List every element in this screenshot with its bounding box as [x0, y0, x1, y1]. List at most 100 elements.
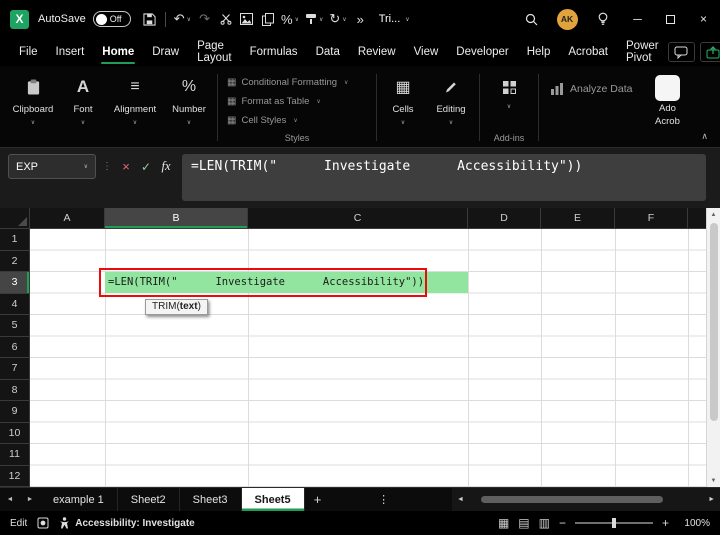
normal-view-button[interactable]: ▦	[498, 516, 509, 530]
insert-function-button[interactable]: fx	[156, 154, 176, 179]
ribbon-cells-button[interactable]: ▦ Cells ∨	[380, 68, 426, 147]
share-button[interactable]	[700, 42, 720, 62]
horizontal-scroll-track[interactable]	[469, 495, 703, 504]
zoom-level[interactable]: 100%	[678, 518, 710, 529]
select-all-button[interactable]	[0, 208, 30, 229]
row-header-2[interactable]: 2	[0, 251, 30, 273]
ribbon-addins-button[interactable]: ∨ Add-ins	[483, 68, 535, 147]
more-commands-button[interactable]: »	[350, 6, 371, 32]
picture-button[interactable]	[236, 6, 257, 32]
ribbon-font-button[interactable]: A Font ∨	[60, 68, 106, 147]
account-button[interactable]: AK	[549, 0, 585, 38]
menu-review[interactable]: Review	[349, 38, 405, 66]
row-header-8[interactable]: 8	[0, 380, 30, 402]
column-header-e[interactable]: E	[541, 208, 615, 229]
cancel-button[interactable]: ×	[116, 154, 136, 179]
document-title[interactable]: Tri... ∨	[379, 13, 410, 25]
refresh-button[interactable]: ↻ ∨	[326, 6, 349, 32]
ribbon-clipboard-button[interactable]: Clipboard ∨	[6, 68, 60, 147]
conditional-formatting-button[interactable]: ▦ Conditional Formatting ∨	[227, 73, 373, 92]
tabs-scroll-left-button[interactable]: ◄	[0, 488, 20, 511]
sheet-tab-sheet5[interactable]: Sheet5	[242, 488, 305, 511]
minimize-button[interactable]: ─	[621, 0, 654, 38]
comments-button[interactable]	[668, 42, 695, 62]
undo-button[interactable]: ↶ ∨	[171, 6, 194, 32]
macro-record-icon[interactable]	[37, 517, 49, 529]
menu-page-layout[interactable]: Page Layout	[188, 38, 241, 66]
row-header-12[interactable]: 12	[0, 466, 30, 488]
menu-data[interactable]: Data	[307, 38, 349, 66]
column-header-f[interactable]: F	[615, 208, 688, 229]
menu-home[interactable]: Home	[93, 38, 143, 66]
zoom-in-button[interactable]: +	[662, 516, 669, 530]
scroll-left-button[interactable]: ◄	[457, 496, 464, 503]
column-header-d[interactable]: D	[468, 208, 541, 229]
scroll-right-button[interactable]: ►	[708, 496, 715, 503]
save-button[interactable]	[139, 6, 160, 32]
cut-button[interactable]	[215, 6, 236, 32]
row-header-1[interactable]: 1	[0, 229, 30, 251]
menu-view[interactable]: View	[405, 38, 448, 66]
autosave-toggle[interactable]: Off	[93, 11, 131, 27]
menu-help[interactable]: Help	[518, 38, 560, 66]
name-box[interactable]: EXP ∨	[8, 154, 96, 179]
close-button[interactable]: ×	[687, 0, 720, 38]
row-header-5[interactable]: 5	[0, 315, 30, 337]
format-painter-button[interactable]: ∨	[302, 6, 326, 32]
excel-logo-icon[interactable]: X	[10, 10, 29, 29]
maximize-button[interactable]	[654, 0, 687, 38]
row-header-9[interactable]: 9	[0, 401, 30, 423]
ribbon-alignment-button[interactable]: ≡ Alignment ∨	[106, 68, 164, 147]
row-header-10[interactable]: 10	[0, 423, 30, 445]
page-break-preview-button[interactable]: ▥	[539, 516, 550, 530]
formula-input[interactable]: =LEN(TRIM(" Investigate Accessibility"))	[182, 154, 706, 201]
row-header-11[interactable]: 11	[0, 444, 30, 466]
row-header-7[interactable]: 7	[0, 358, 30, 380]
analyze-data-button[interactable]: Analyze Data	[542, 68, 640, 96]
column-header-b[interactable]: B	[105, 208, 248, 229]
row-header-4[interactable]: 4	[0, 294, 30, 316]
accessibility-status[interactable]: Accessibility: Investigate	[59, 517, 195, 529]
ribbon-number-button[interactable]: % Number ∨	[164, 68, 214, 147]
horizontal-scrollbar[interactable]: ◄ ►	[452, 488, 720, 511]
format-as-table-button[interactable]: ▦ Format as Table ∨	[227, 92, 373, 111]
menu-insert[interactable]: Insert	[47, 38, 94, 66]
menu-power-pivot[interactable]: Power Pivot	[617, 38, 668, 66]
ribbon-editing-button[interactable]: Editing ∨	[426, 68, 476, 147]
zoom-slider[interactable]	[575, 522, 653, 524]
tabs-scroll-right-button[interactable]: ►	[20, 488, 40, 511]
scroll-down-button[interactable]: ▼	[711, 474, 717, 487]
row-header-3[interactable]: 3	[0, 272, 30, 294]
cell-styles-button[interactable]: ▦ Cell Styles ∨	[227, 111, 373, 130]
collapse-ribbon-button[interactable]: ∧	[701, 131, 708, 142]
tips-button[interactable]	[585, 0, 621, 38]
vertical-scroll-thumb[interactable]	[710, 223, 718, 421]
new-sheet-button[interactable]: +	[305, 488, 331, 511]
redo-button[interactable]: ↷	[194, 6, 215, 32]
menu-draw[interactable]: Draw	[143, 38, 188, 66]
search-button[interactable]	[513, 0, 549, 38]
sheet-options-button[interactable]: ⋮	[371, 488, 397, 511]
scroll-up-button[interactable]: ▲	[711, 208, 717, 221]
menu-acrobat[interactable]: Acrobat	[559, 38, 617, 66]
row-header-6[interactable]: 6	[0, 337, 30, 359]
adobe-acrobat-button[interactable]: Ado Acrob	[640, 68, 694, 147]
vertical-scrollbar[interactable]: ▲ ▼	[706, 208, 720, 487]
column-header-a[interactable]: A	[30, 208, 105, 229]
zoom-slider-thumb[interactable]	[612, 518, 616, 528]
sheet-tab-sheet3[interactable]: Sheet3	[180, 488, 242, 511]
enter-button[interactable]: ✓	[136, 154, 156, 179]
horizontal-scroll-thumb[interactable]	[481, 496, 664, 503]
column-header-c[interactable]: C	[248, 208, 468, 229]
sheet-tab-sheet2[interactable]: Sheet2	[118, 488, 180, 511]
sheet-tab-example-1[interactable]: example 1	[40, 488, 118, 511]
menu-formulas[interactable]: Formulas	[241, 38, 307, 66]
menu-developer[interactable]: Developer	[447, 38, 517, 66]
page-layout-view-button[interactable]: ▤	[518, 516, 529, 530]
cells-area[interactable]: =LEN(TRIM(" Investigate Accessibility"))…	[30, 229, 706, 487]
copy-button[interactable]	[257, 6, 278, 32]
menu-file[interactable]: File	[10, 38, 47, 66]
percent-style-button[interactable]: % ∨	[278, 6, 302, 32]
zoom-out-button[interactable]: −	[559, 516, 566, 530]
formula-bar-handle[interactable]: ⋮	[102, 154, 112, 179]
